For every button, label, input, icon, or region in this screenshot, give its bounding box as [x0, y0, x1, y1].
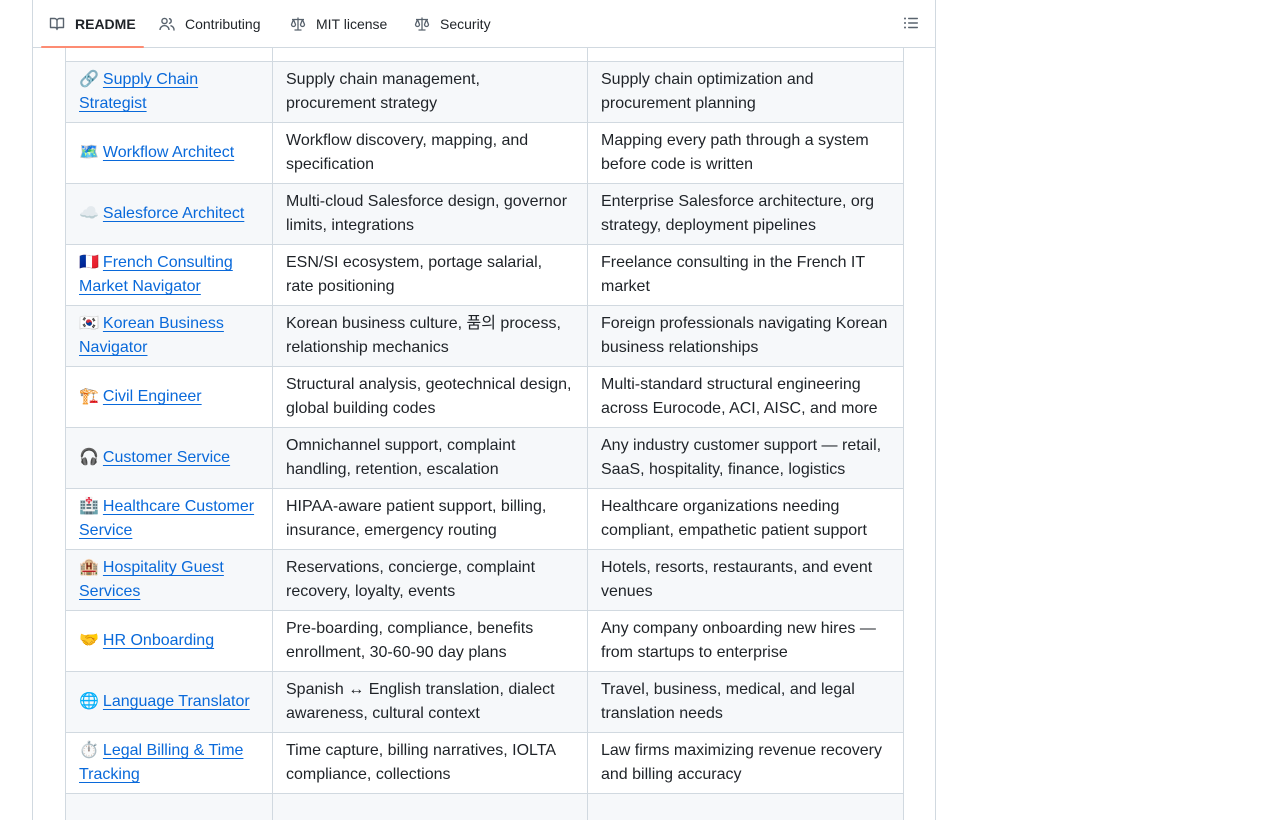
agents-table-wrapper: planning🔗Supply Chain StrategistSupply c… [65, 0, 903, 820]
specialty-cell: Omnichannel support, complaint handling,… [273, 428, 588, 489]
agent-emoji-icon: ☁️ [79, 205, 99, 222]
agent-emoji-icon: 🏗️ [79, 388, 99, 405]
agent-emoji-icon: 🏥 [79, 498, 99, 515]
specialty-cell: Pre-boarding, compliance, benefits enrol… [273, 611, 588, 672]
table-row: 🏗️Civil EngineerStructural analysis, geo… [66, 367, 904, 428]
agent-link[interactable]: Hospitality Guest Services [79, 559, 224, 600]
agent-name-cell: 🏥Healthcare Customer Service [66, 489, 273, 550]
table-row: 🤝HR OnboardingPre-boarding, compliance, … [66, 611, 904, 672]
agent-emoji-icon: 🤝 [79, 632, 99, 649]
agent-name-cell: 🇰🇷Korean Business Navigator [66, 306, 273, 367]
tab-contributing[interactable]: Contributing [159, 0, 261, 47]
specialty-cell: Time capture, billing narratives, IOLTA … [273, 733, 588, 794]
agent-name-cell: 🏨Hospitality Guest Services [66, 550, 273, 611]
use-case-cell: Foreign professionals navigating Korean … [588, 306, 904, 367]
agent-link[interactable]: Legal Billing & Time Tracking [79, 742, 243, 783]
use-case-cell: Law firms maximizing revenue recovery an… [588, 733, 904, 794]
specialty-cell: Supply chain management, procurement str… [273, 62, 588, 123]
table-row: 🗺️Workflow ArchitectWorkflow discovery, … [66, 123, 904, 184]
specialty-cell: Multi-cloud Salesforce design, governor … [273, 184, 588, 245]
agent-link[interactable]: Korean Business Navigator [79, 315, 224, 356]
use-case-cell: Healthcare organizations needing complia… [588, 489, 904, 550]
specialty-cell: Spanish ↔ English translation, dialect a… [273, 672, 588, 733]
agent-emoji-icon: 🎧 [79, 449, 99, 466]
tab-readme-label: README [75, 16, 136, 32]
agent-link[interactable]: Healthcare Customer Service [79, 498, 254, 539]
use-case-cell [588, 794, 904, 820]
table-row: 🌐Language TranslatorSpanish ↔ English tr… [66, 672, 904, 733]
use-case-cell: Freelance consulting in the French IT ma… [588, 245, 904, 306]
agent-link[interactable]: French Consulting Market Navigator [79, 254, 233, 295]
law-icon [290, 16, 306, 32]
table-row: 🔗Supply Chain StrategistSupply chain man… [66, 62, 904, 123]
agent-emoji-icon: 🌐 [79, 693, 99, 710]
agent-link[interactable]: Workflow Architect [103, 144, 234, 161]
specialty-cell: ESN/SI ecosystem, portage salarial, rate… [273, 245, 588, 306]
specialty-cell: Workflow discovery, mapping, and specifi… [273, 123, 588, 184]
repo-tab-bar: README Contributing MIT license Security [33, 0, 935, 48]
use-case-cell: Travel, business, medical, and legal tra… [588, 672, 904, 733]
table-row: 🏥Healthcare Customer ServiceHIPAA-aware … [66, 489, 904, 550]
people-icon [159, 16, 175, 32]
agent-link[interactable]: Language Translator [103, 693, 250, 710]
use-case-cell: Multi-standard structural engineering ac… [588, 367, 904, 428]
tab-readme[interactable]: README [49, 0, 136, 47]
tab-security[interactable]: Security [414, 0, 491, 47]
agent-emoji-icon: 🇫🇷 [79, 254, 99, 271]
book-icon [49, 16, 65, 32]
agent-link[interactable]: Salesforce Architect [103, 205, 244, 222]
tab-mit-license-label: MIT license [316, 16, 387, 32]
agent-name-cell: 🇫🇷French Consulting Market Navigator [66, 245, 273, 306]
agent-link[interactable]: HR Onboarding [103, 632, 214, 649]
agent-emoji-icon: 🇰🇷 [79, 315, 99, 332]
use-case-cell: Any company onboarding new hires — from … [588, 611, 904, 672]
agent-link[interactable]: Customer Service [103, 449, 230, 466]
agent-emoji-icon: 🔗 [79, 71, 99, 88]
specialty-cell [273, 794, 588, 820]
use-case-cell: Hotels, resorts, restaurants, and event … [588, 550, 904, 611]
specialty-cell: HIPAA-aware patient support, billing, in… [273, 489, 588, 550]
agent-emoji-icon: 🗺️ [79, 144, 99, 161]
tab-security-label: Security [440, 16, 491, 32]
agents-table: planning🔗Supply Chain StrategistSupply c… [65, 0, 904, 820]
table-row: ☁️Salesforce ArchitectMulti-cloud Salesf… [66, 184, 904, 245]
table-row: 🇫🇷French Consulting Market NavigatorESN/… [66, 245, 904, 306]
agent-emoji-icon: 🏨 [79, 559, 99, 576]
law-icon [414, 16, 430, 32]
agent-name-cell: 🤝HR Onboarding [66, 611, 273, 672]
use-case-cell: Any industry customer support — retail, … [588, 428, 904, 489]
table-row: 🏨Hospitality Guest ServicesReservations,… [66, 550, 904, 611]
specialty-cell: Structural analysis, geotechnical design… [273, 367, 588, 428]
agent-name-cell: 🏗️Civil Engineer [66, 367, 273, 428]
agent-name-cell: 🎧Customer Service [66, 428, 273, 489]
agent-name-cell [66, 794, 273, 820]
agent-name-cell: ⏱️Legal Billing & Time Tracking [66, 733, 273, 794]
agent-name-cell: 🔗Supply Chain Strategist [66, 62, 273, 123]
use-case-cell: Mapping every path through a system befo… [588, 123, 904, 184]
agent-emoji-icon: ⏱️ [79, 742, 99, 759]
table-row: ⏱️Legal Billing & Time TrackingTime capt… [66, 733, 904, 794]
table-row: 🇰🇷Korean Business NavigatorKorean busine… [66, 306, 904, 367]
use-case-cell: Supply chain optimization and procuremen… [588, 62, 904, 123]
specialty-cell: Korean business culture, 품의 process, rel… [273, 306, 588, 367]
agent-name-cell: 🗺️Workflow Architect [66, 123, 273, 184]
agent-name-cell: 🌐Language Translator [66, 672, 273, 733]
agent-link[interactable]: Civil Engineer [103, 388, 202, 405]
specialty-cell: Reservations, concierge, complaint recov… [273, 550, 588, 611]
tab-contributing-label: Contributing [185, 16, 261, 32]
use-case-cell: Enterprise Salesforce architecture, org … [588, 184, 904, 245]
table-row: 🎧Customer ServiceOmnichannel support, co… [66, 428, 904, 489]
list-unordered-icon[interactable] [903, 15, 919, 31]
agent-name-cell: ☁️Salesforce Architect [66, 184, 273, 245]
readme-panel: README Contributing MIT license Security [32, 0, 936, 820]
table-row [66, 794, 904, 820]
tab-mit-license[interactable]: MIT license [290, 0, 387, 47]
